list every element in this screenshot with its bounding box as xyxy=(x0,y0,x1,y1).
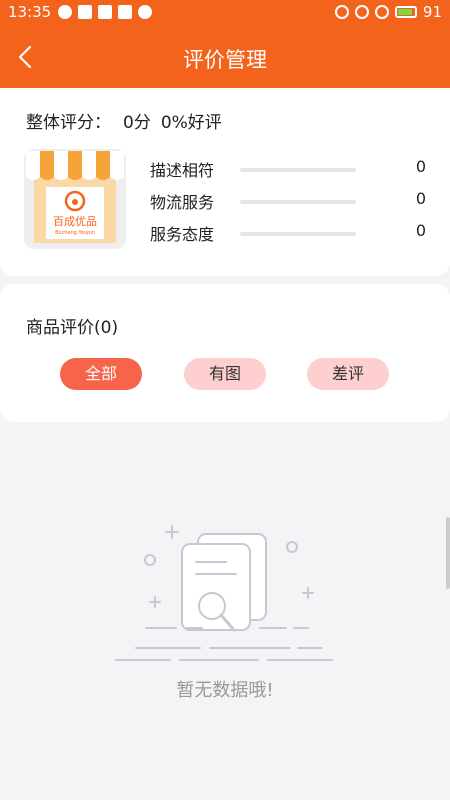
store-logo: 百成优品 Bocheng Youpin xyxy=(24,149,126,249)
storefront-icon: 百成优品 Bocheng Youpin xyxy=(24,149,126,249)
mail-icon xyxy=(78,5,92,19)
overall-rating-card: 整体评分： 0分 0%好评 百成优品 Bocheng Youpin 描述相符 0 xyxy=(0,88,450,276)
filter-all-button[interactable]: 全部 xyxy=(60,358,142,390)
status-time: 13:35 xyxy=(8,3,52,21)
rating-label: 服务态度 xyxy=(150,225,215,244)
app-icon xyxy=(98,5,112,19)
store-logo-subtext: Bocheng Youpin xyxy=(55,230,95,236)
rating-bar xyxy=(240,200,356,204)
rating-label: 物流服务 xyxy=(150,193,215,212)
filter-negative-button[interactable]: 差评 xyxy=(307,358,389,390)
status-bar: 13:35 91 xyxy=(0,0,450,26)
empty-document-search-icon xyxy=(115,525,333,661)
empty-state-illustration xyxy=(110,520,340,680)
overall-label: 整体评分： xyxy=(26,113,111,133)
filter-with-pictures-button[interactable]: 有图 xyxy=(184,358,266,390)
notification-dot-icon xyxy=(58,5,72,19)
status-right: 91 xyxy=(334,3,442,21)
rating-value: 0 xyxy=(415,221,426,240)
battery-level: 91 xyxy=(422,3,442,21)
location-icon xyxy=(138,5,152,19)
rating-row-service: 服务态度 0 xyxy=(150,221,426,245)
alarm-icon xyxy=(334,5,349,19)
rating-value: 0 xyxy=(415,189,426,208)
rating-row-logistics: 物流服务 0 xyxy=(150,189,426,213)
battery-icon xyxy=(394,6,417,18)
goods-review-title: 商品评价(0) xyxy=(26,318,119,338)
usb-icon xyxy=(118,5,132,19)
rating-row-description: 描述相符 0 xyxy=(150,157,426,181)
goods-review-card: 商品评价(0) 全部 有图 差评 xyxy=(0,284,450,422)
good-rate-value: 0%好评 xyxy=(160,113,222,133)
rating-value: 0 xyxy=(415,157,426,176)
wifi-icon xyxy=(354,5,369,19)
signal-icon xyxy=(374,5,389,19)
page-title: 评价管理 xyxy=(183,48,267,72)
header-bar: 13:35 91 评价管理 xyxy=(0,0,450,88)
store-logo-text: 百成优品 xyxy=(53,215,97,228)
rating-bar xyxy=(240,168,356,172)
notification-icons xyxy=(58,5,152,19)
rating-label: 描述相符 xyxy=(150,161,215,180)
overall-score: 整体评分： 0分 0%好评 xyxy=(26,108,222,133)
overall-score-value: 0分 xyxy=(123,113,151,133)
rating-bar xyxy=(240,232,356,236)
scrollbar-handle[interactable] xyxy=(446,517,450,589)
empty-state-text: 暂无数据哦! xyxy=(176,680,274,701)
